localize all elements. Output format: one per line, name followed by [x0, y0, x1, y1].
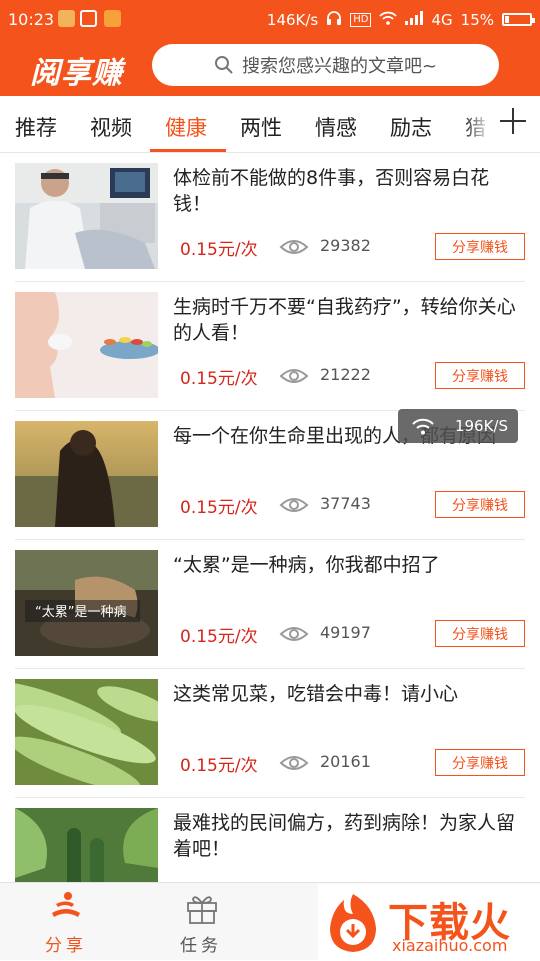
hd-icon: HD	[350, 12, 372, 27]
article-views: 29382	[320, 236, 371, 255]
status-bar: 10:23 146K/s HD 4G 15%	[0, 0, 540, 38]
status-right: 146K/s HD 4G 15%	[266, 10, 535, 29]
views-eye-icon	[279, 369, 309, 383]
views-eye-icon	[279, 240, 309, 254]
article-views: 49197	[320, 623, 371, 642]
signal-icon	[405, 10, 424, 29]
wifi-icon	[412, 418, 434, 435]
article-views: 21222	[320, 365, 371, 384]
network-speed: 146K/s	[266, 10, 319, 29]
tabs-fade	[462, 96, 492, 152]
thumbnail-caption: “太累”是一种病	[35, 605, 126, 620]
article-item[interactable]: 体检前不能做的8件事，否则容易白花钱！ 0.15元/次 29382 分享赚钱	[15, 153, 525, 282]
article-thumbnail: “太累”是一种病	[15, 550, 158, 656]
app-notification-icon	[58, 10, 75, 27]
share-earn-button[interactable]: 分享赚钱	[435, 620, 525, 647]
views-eye-icon	[279, 756, 309, 770]
views-eye-icon	[279, 498, 309, 512]
article-views: 20161	[320, 752, 371, 771]
wifi-icon	[379, 11, 398, 29]
app-header: 阅享赚 搜索您感兴趣的文章吧~	[0, 38, 540, 96]
article-thumbnail	[15, 163, 158, 269]
watermark: 下载火 xiazaihuo.com	[318, 884, 540, 960]
status-time: 10:23	[8, 10, 55, 29]
floating-speed-value: 196K/S	[454, 417, 508, 435]
share-earn-button[interactable]: 分享赚钱	[435, 362, 525, 389]
share-earn-button[interactable]: 分享赚钱	[435, 491, 525, 518]
app-logo: 阅享赚	[30, 56, 123, 91]
article-title: 最难找的民间偏方，药到病除！为家人留着吧！	[173, 812, 516, 860]
category-tabs: 推荐 视频 健康 两性 情感 励志 猎	[0, 96, 540, 153]
headphone-icon	[326, 10, 342, 29]
nav-tasks-label: 任务	[180, 936, 222, 956]
tab-health[interactable]: 健康	[165, 112, 207, 142]
article-price: 0.15元/次	[180, 498, 258, 518]
article-price: 0.15元/次	[180, 240, 258, 260]
article-price: 0.15元/次	[180, 627, 258, 647]
gift-icon	[187, 896, 217, 924]
article-item[interactable]: 这类常见菜，吃错会中毒！请小心 0.15元/次 20161 分享赚钱	[15, 669, 525, 798]
tab-gender[interactable]: 两性	[240, 112, 282, 142]
search-icon	[214, 56, 233, 74]
article-item[interactable]: “太累”是一种病 “太累”是一种病，你我都中招了 0.15元/次 49197 分…	[15, 540, 525, 669]
article-price: 0.15元/次	[180, 369, 258, 389]
article-title: 体检前不能做的8件事，否则容易白花钱！	[173, 167, 490, 215]
tab-video[interactable]: 视频	[90, 112, 132, 142]
add-category-icon[interactable]	[500, 108, 526, 134]
article-title: “太累”是一种病，你我都中招了	[173, 554, 440, 576]
app2-notification-icon	[104, 10, 121, 27]
search-placeholder: 搜索您感兴趣的文章吧~	[241, 56, 438, 77]
scan-notification-icon	[80, 10, 97, 27]
nav-share-label: 分享	[45, 936, 87, 956]
views-eye-icon	[279, 627, 309, 641]
share-earn-button[interactable]: 分享赚钱	[435, 749, 525, 776]
network-type: 4G	[431, 10, 453, 29]
nav-tasks[interactable]: 任务	[151, 883, 251, 961]
watermark-url: xiazaihuo.com	[392, 936, 508, 955]
tab-emotion[interactable]: 情感	[315, 112, 357, 142]
tab-recommend[interactable]: 推荐	[15, 112, 57, 142]
article-price: 0.15元/次	[180, 756, 258, 776]
article-thumbnail	[15, 421, 158, 527]
tab-inspiration[interactable]: 励志	[390, 112, 432, 142]
share-icon	[52, 892, 80, 917]
article-views: 37743	[320, 494, 371, 513]
article-title: 生病时千万不要“自我药疗”，转给你关心的人看！	[173, 296, 516, 344]
floating-speed-indicator: 196K/S	[398, 409, 518, 443]
search-bar[interactable]: 搜索您感兴趣的文章吧~	[152, 44, 499, 86]
share-earn-button[interactable]: 分享赚钱	[435, 233, 525, 260]
article-title: 这类常见菜，吃错会中毒！请小心	[173, 683, 459, 705]
article-thumbnail	[15, 292, 158, 398]
battery-percent: 15%	[460, 10, 494, 29]
article-thumbnail	[15, 679, 158, 785]
watermark-logo	[330, 894, 376, 952]
battery-icon	[502, 13, 535, 26]
article-item[interactable]: 生病时千万不要“自我药疗”，转给你关心的人看！ 0.15元/次 21222 分享…	[15, 282, 525, 411]
active-tab-indicator	[150, 149, 226, 152]
nav-share[interactable]: 分享	[16, 883, 116, 961]
